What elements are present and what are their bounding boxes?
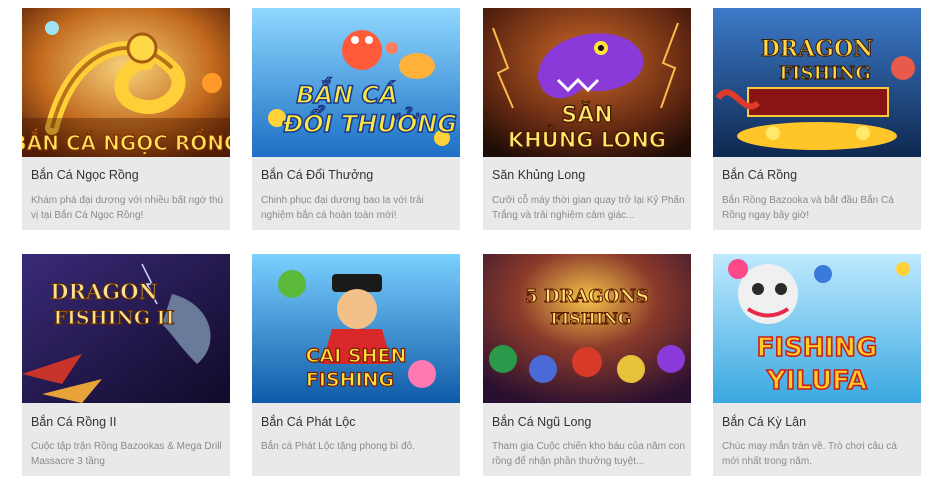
svg-text:FISHING: FISHING (550, 309, 631, 328)
game-title[interactable]: Bắn Cá Kỳ Lân (722, 415, 914, 429)
game-card-san-khung-long[interactable]: SĂN KHỦNG LONG Săn Khủng Long Cưỡi cỗ má… (483, 8, 691, 230)
game-card-ban-ca-rong-ii[interactable]: DRAGON FISHING II Bắn Cá Rồng II Cuộc tậ… (22, 254, 230, 476)
game-thumbnail[interactable]: FISHING YILUFA (713, 254, 921, 403)
caishen-god-art: CAI SHEN FISHING (252, 254, 460, 403)
game-description: Bắn cá Phát Lộc tặng phong bì đỏ. (261, 441, 416, 452)
game-title[interactable]: Săn Khủng Long (492, 168, 684, 182)
game-card-ban-ca-doi-thuong[interactable]: BẮN CÁ ĐỔI THƯỞNG Bắn Cá Đổi Thưởng Chin… (252, 8, 460, 230)
game-description: Tham gia Cuộc chiến kho báu của năm con … (492, 441, 685, 467)
svg-text:DRAGON: DRAGON (761, 36, 874, 62)
game-description: Cưỡi cỗ máy thời gian quay trở lại Kỷ Ph… (492, 195, 685, 221)
game-title[interactable]: Bắn Cá Phát Lộc (261, 415, 453, 429)
svg-text:DRAGON: DRAGON (50, 279, 157, 304)
game-thumbnail[interactable]: BẮN CÁ ĐỔI THƯỞNG (252, 8, 460, 157)
svg-text:FISHING: FISHING (757, 333, 878, 363)
five-dragons-art: 5 DRAGONS FISHING (483, 254, 691, 403)
game-description: Cuộc tập trận Rồng Bazookas & Mega Drill… (31, 441, 222, 467)
game-card-ban-ca-ngu-long[interactable]: 5 DRAGONS FISHING Bắn Cá Ngũ Long Tham g… (483, 254, 691, 476)
game-title[interactable]: Bắn Cá Ngũ Long (492, 415, 684, 429)
svg-text:CAI SHEN: CAI SHEN (306, 345, 407, 367)
svg-text:SĂN: SĂN (561, 102, 612, 128)
game-thumbnail[interactable]: CAI SHEN FISHING (252, 254, 460, 403)
svg-text:FISHING: FISHING (779, 63, 870, 84)
game-card-ban-ca-rong[interactable]: DRAGON FISHING Bắn Cá Rồng Bắn Rồng Bazo… (713, 8, 921, 230)
game-thumbnail[interactable]: SĂN KHỦNG LONG (483, 8, 691, 157)
lion-dance-art: FISHING YILUFA (713, 254, 921, 403)
dragon-fishing-art: DRAGON FISHING (713, 8, 921, 157)
svg-text:FISHING: FISHING (306, 369, 394, 391)
game-thumbnail[interactable]: DRAGON FISHING II (22, 254, 230, 403)
game-thumbnail[interactable]: BẮN CÁ NGỌC RỒNG (22, 8, 230, 157)
purple-dinosaur-art: SĂN KHỦNG LONG (483, 8, 691, 157)
game-title[interactable]: Bắn Cá Rồng (722, 168, 914, 182)
svg-text:YILUFA: YILUFA (766, 366, 867, 396)
game-description: Chinh phục đại dương bao la với trải ngh… (261, 195, 424, 221)
game-card-ban-ca-ky-lan[interactable]: FISHING YILUFA Bắn Cá Kỳ Lân Chúc may mắ… (713, 254, 921, 476)
game-grid: BẮN CÁ NGỌC RỒNG Bắn Cá Ngọc Rồng Khám p… (0, 0, 937, 490)
game-thumbnail[interactable]: DRAGON FISHING (713, 8, 921, 157)
game-description: Bắn Rồng Bazooka và bắt đầu Bắn Cá Rồng … (722, 195, 894, 221)
svg-text:FISHING II: FISHING II (54, 307, 175, 329)
svg-text:5 DRAGONS: 5 DRAGONS (525, 286, 649, 307)
svg-text:KHỦNG LONG: KHỦNG LONG (508, 125, 666, 152)
svg-text:BẮN CÁ NGỌC RỒNG: BẮN CÁ NGỌC RỒNG (22, 129, 230, 155)
game-description: Chúc may mắn tràn về. Trò chơi câu cá mớ… (722, 441, 897, 467)
crab-fish-art: BẮN CÁ ĐỔI THƯỞNG (252, 8, 460, 157)
golden-dragon-art: BẮN CÁ NGỌC RỒNG (22, 8, 230, 157)
game-title[interactable]: Bắn Cá Rồng II (31, 415, 223, 429)
game-thumbnail[interactable]: 5 DRAGONS FISHING (483, 254, 691, 403)
svg-text:BẮN CÁ: BẮN CÁ (296, 76, 398, 109)
game-card-ban-ca-ngoc-rong[interactable]: BẮN CÁ NGỌC RỒNG Bắn Cá Ngọc Rồng Khám p… (22, 8, 230, 230)
game-card-ban-ca-phat-loc[interactable]: CAI SHEN FISHING Bắn Cá Phát Lộc Bắn cá … (252, 254, 460, 476)
game-title[interactable]: Bắn Cá Đổi Thưởng (261, 168, 453, 182)
game-description: Khám phá đại dương với nhiều bất ngờ thú… (31, 195, 224, 221)
game-title[interactable]: Bắn Cá Ngọc Rồng (31, 168, 223, 182)
dragon-fishing-2-art: DRAGON FISHING II (22, 254, 230, 403)
